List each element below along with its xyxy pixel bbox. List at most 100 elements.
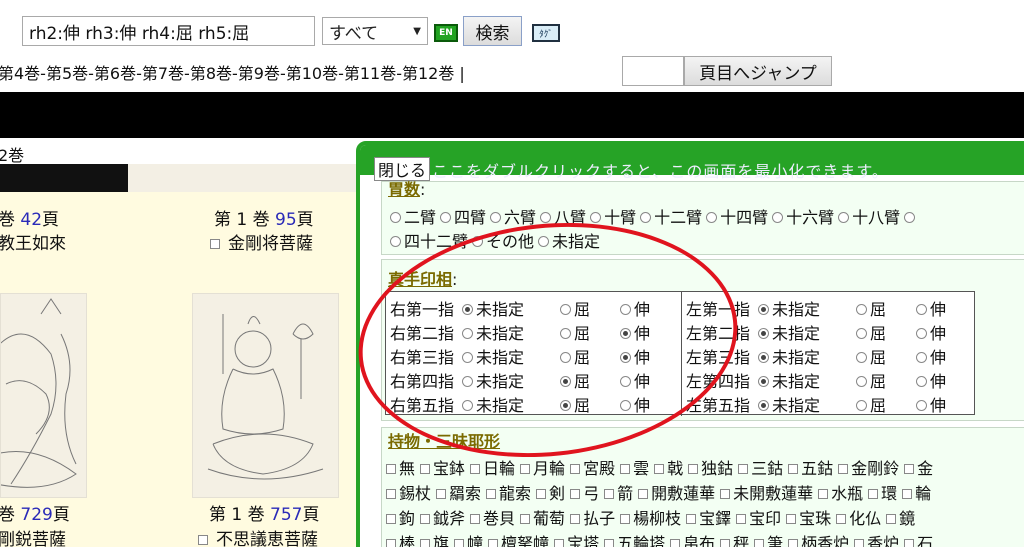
attribute-checkbox[interactable] [788, 463, 799, 474]
result-item-3-ref[interactable]: 巻 729頁 [0, 500, 70, 525]
right-finger-3-option-3[interactable]: 伸 [616, 344, 650, 368]
attribute-checkbox[interactable] [720, 538, 731, 547]
attribute-checkbox[interactable] [436, 488, 447, 499]
result-item-3-thumbnail[interactable] [0, 293, 87, 498]
radio-icon[interactable] [620, 328, 631, 339]
attribute-checkbox[interactable] [570, 513, 581, 524]
radio-icon[interactable] [856, 376, 867, 387]
attribute-checkbox[interactable] [520, 463, 531, 474]
radio-icon[interactable] [758, 400, 769, 411]
arms-radio-2[interactable] [440, 212, 452, 223]
english-toggle-button[interactable]: EN [434, 24, 458, 42]
panel-close-button[interactable]: 閉じる [374, 157, 430, 181]
left-finger-3-option-3[interactable]: 伸 [912, 344, 946, 368]
radio-icon[interactable] [462, 304, 473, 315]
attribute-checkbox[interactable] [638, 488, 649, 499]
right-finger-4-option-2[interactable]: 屈 [556, 368, 590, 392]
radio-icon[interactable] [560, 304, 571, 315]
radio-icon[interactable] [916, 304, 927, 315]
radio-icon[interactable] [620, 376, 631, 387]
attribute-checkbox[interactable] [868, 488, 879, 499]
attribute-checkbox[interactable] [902, 488, 913, 499]
left-finger-1-option-2[interactable]: 屈 [852, 296, 886, 320]
right-finger-5-option-2[interactable]: 屈 [556, 392, 590, 416]
radio-icon[interactable] [462, 352, 473, 363]
result-item-4-thumbnail[interactable] [192, 293, 339, 498]
result-item-2-ref[interactable]: 第 1 巻 95頁 [214, 205, 314, 230]
radio-icon[interactable] [560, 376, 571, 387]
attribute-checkbox[interactable] [754, 538, 765, 547]
radio-icon[interactable] [462, 400, 473, 411]
attribute-checkbox[interactable] [604, 488, 615, 499]
arms-radio-42[interactable] [390, 236, 401, 247]
attribute-checkbox[interactable] [604, 538, 615, 547]
attribute-checkbox[interactable] [620, 513, 631, 524]
arms-radio-10[interactable] [904, 212, 916, 223]
arms-radio-unspecified[interactable] [538, 236, 550, 247]
arms-radio-1[interactable] [390, 212, 401, 223]
left-finger-4-option-3[interactable]: 伸 [912, 368, 946, 392]
radio-icon[interactable] [856, 304, 867, 315]
arms-radio-5[interactable] [590, 212, 602, 223]
right-finger-1-option-1[interactable]: 未指定 [458, 296, 524, 320]
radio-icon[interactable] [916, 400, 927, 411]
right-finger-5-option-3[interactable]: 伸 [616, 392, 650, 416]
tag-button[interactable]: ﾀｸﾞ [532, 24, 560, 42]
attribute-checkbox[interactable] [454, 538, 465, 547]
search-input[interactable] [22, 16, 315, 46]
radio-icon[interactable] [620, 304, 631, 315]
attribute-checkbox[interactable] [904, 463, 915, 474]
result-item-4-checkbox[interactable] [198, 535, 208, 545]
attribute-checkbox[interactable] [818, 488, 829, 499]
search-button[interactable]: 検索 [463, 16, 522, 46]
left-finger-1-option-1[interactable]: 未指定 [754, 296, 820, 320]
result-item-1-ref[interactable]: 巻 42頁 [0, 205, 59, 230]
attribute-checkbox[interactable] [786, 513, 797, 524]
left-finger-2-option-2[interactable]: 屈 [852, 320, 886, 344]
radio-icon[interactable] [856, 328, 867, 339]
attribute-checkbox[interactable] [420, 513, 431, 524]
radio-icon[interactable] [560, 352, 571, 363]
radio-icon[interactable] [560, 328, 571, 339]
radio-icon[interactable] [856, 400, 867, 411]
attribute-checkbox[interactable] [788, 538, 799, 547]
attribute-checkbox[interactable] [620, 463, 631, 474]
arms-radio-4[interactable] [540, 212, 552, 223]
right-finger-1-option-3[interactable]: 伸 [616, 296, 650, 320]
radio-icon[interactable] [560, 400, 571, 411]
right-finger-2-option-1[interactable]: 未指定 [458, 320, 524, 344]
attribute-checkbox[interactable] [488, 538, 499, 547]
radio-icon[interactable] [462, 376, 473, 387]
scope-select[interactable]: すべて ▼ [322, 17, 428, 45]
attribute-checkbox[interactable] [886, 513, 897, 524]
left-finger-5-option-3[interactable]: 伸 [912, 392, 946, 416]
radio-icon[interactable] [462, 328, 473, 339]
attribute-checkbox[interactable] [570, 463, 581, 474]
radio-icon[interactable] [856, 352, 867, 363]
arms-radio-9[interactable] [838, 212, 850, 223]
result-item-4-ref[interactable]: 第 1 巻 757頁 [209, 500, 319, 525]
left-finger-3-option-1[interactable]: 未指定 [754, 344, 820, 368]
radio-icon[interactable] [758, 352, 769, 363]
left-finger-2-option-3[interactable]: 伸 [912, 320, 946, 344]
attribute-checkbox[interactable] [386, 538, 396, 547]
arms-section-title[interactable]: 胃数 [388, 180, 420, 199]
radio-icon[interactable] [620, 400, 631, 411]
attribute-checkbox[interactable] [486, 488, 497, 499]
volume-nav[interactable]: 第4巻-第5巻-第6巻-第7巻-第8巻-第9巻-第10巻-第11巻-第12巻 | [0, 60, 465, 84]
attribute-checkbox[interactable] [570, 488, 581, 499]
result-item-2-checkbox[interactable] [210, 239, 220, 249]
attribute-checkbox[interactable] [386, 488, 396, 499]
left-finger-3-option-2[interactable]: 屈 [852, 344, 886, 368]
arms-radio-6[interactable] [640, 212, 652, 223]
attribute-checkbox[interactable] [838, 463, 849, 474]
left-finger-2-option-1[interactable]: 未指定 [754, 320, 820, 344]
attribute-checkbox[interactable] [670, 538, 681, 547]
attribute-checkbox[interactable] [520, 513, 531, 524]
attribute-checkbox[interactable] [736, 513, 747, 524]
attribute-checkbox[interactable] [470, 513, 481, 524]
attribute-checkbox[interactable] [686, 513, 697, 524]
page-jump-button[interactable]: 頁目へジャンプ [684, 56, 832, 86]
attribute-checkbox[interactable] [420, 463, 431, 474]
right-finger-1-option-2[interactable]: 屈 [556, 296, 590, 320]
